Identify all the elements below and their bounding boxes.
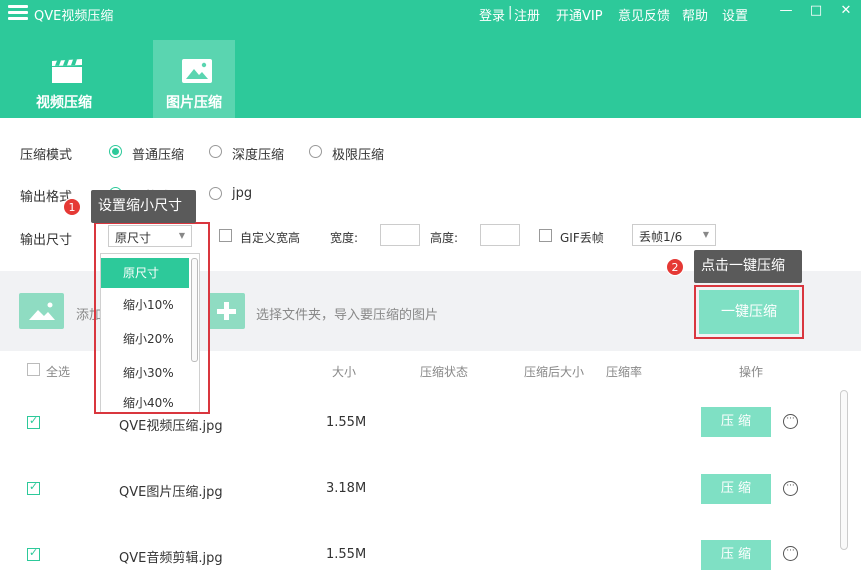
compress-button[interactable]: 压 缩 bbox=[701, 474, 771, 504]
width-input[interactable] bbox=[380, 224, 420, 246]
file-size: 1.55M bbox=[326, 547, 367, 562]
more-icon[interactable]: ··· bbox=[783, 414, 798, 429]
height-input[interactable] bbox=[480, 224, 520, 246]
size-label: 输出尺寸 bbox=[20, 233, 73, 248]
mode-deep-label: 深度压缩 bbox=[232, 148, 285, 163]
mode-extreme-label: 极限压缩 bbox=[332, 148, 385, 163]
compress-button[interactable]: 压 缩 bbox=[701, 540, 771, 570]
select-all-checkbox[interactable] bbox=[27, 363, 40, 376]
clapperboard-icon bbox=[52, 59, 82, 83]
tab-label: 图片压缩 bbox=[166, 95, 222, 111]
close-button[interactable]: ✕ bbox=[836, 3, 856, 18]
plus-icon bbox=[217, 302, 236, 320]
nav-divider: | bbox=[508, 5, 513, 20]
tab-image-compress[interactable]: 图片压缩 bbox=[153, 40, 235, 118]
gif-drop-checkbox[interactable] bbox=[539, 229, 552, 242]
mode-deep-radio[interactable] bbox=[209, 145, 222, 158]
tooltip-set-size: 设置缩小尺寸 bbox=[91, 190, 196, 223]
add-image-button[interactable] bbox=[19, 293, 64, 329]
mode-extreme-radio[interactable] bbox=[309, 145, 322, 158]
height-label: 高度: bbox=[430, 231, 459, 245]
col-compressed-size: 压缩后大小 bbox=[524, 365, 585, 379]
file-size: 1.55M bbox=[326, 415, 367, 430]
col-status: 压缩状态 bbox=[420, 365, 469, 379]
file-name: QVE音频剪辑.jpg bbox=[119, 551, 223, 566]
more-icon[interactable]: ··· bbox=[783, 546, 798, 561]
col-action: 操作 bbox=[739, 365, 764, 379]
format-jpg-label: jpg bbox=[232, 186, 253, 201]
mode-normal-radio[interactable] bbox=[109, 145, 122, 158]
file-size: 3.18M bbox=[326, 481, 367, 496]
col-size: 大小 bbox=[332, 365, 357, 379]
row-checkbox[interactable] bbox=[27, 546, 40, 561]
image-icon bbox=[29, 302, 55, 320]
tab-video-compress[interactable]: 视频压缩 bbox=[23, 40, 105, 118]
mode-label: 压缩模式 bbox=[20, 148, 73, 163]
app-title: QVE视频压缩 bbox=[34, 9, 114, 24]
add-folder-label: 选择文件夹，导入要压缩的图片 bbox=[256, 308, 439, 323]
row-checkbox[interactable] bbox=[27, 480, 40, 495]
step-badge: 1 bbox=[63, 198, 81, 216]
image-icon bbox=[182, 59, 212, 83]
mode-normal-label: 普通压缩 bbox=[132, 148, 185, 163]
step-badge: 2 bbox=[666, 258, 684, 276]
register-link[interactable]: 注册 bbox=[514, 5, 540, 24]
feedback-link[interactable]: 意见反馈 bbox=[618, 5, 670, 24]
file-name: QVE视频压缩.jpg bbox=[119, 419, 223, 434]
highlight-frame-size bbox=[94, 222, 210, 414]
highlight-frame-compress bbox=[694, 285, 804, 339]
gif-drop-label: GIF丢帧 bbox=[560, 231, 604, 245]
settings-link[interactable]: 设置 bbox=[722, 5, 748, 24]
help-link[interactable]: 帮助 bbox=[682, 5, 708, 24]
add-folder-button[interactable] bbox=[208, 293, 245, 329]
custom-size-checkbox[interactable] bbox=[219, 229, 232, 242]
minimize-button[interactable]: — bbox=[776, 3, 796, 18]
row-checkbox[interactable] bbox=[27, 414, 40, 429]
format-jpg-radio[interactable] bbox=[209, 187, 222, 200]
login-link[interactable]: 登录 bbox=[479, 5, 505, 24]
custom-size-label: 自定义宽高 bbox=[240, 231, 301, 245]
tooltip-compress-all: 点击一键压缩 bbox=[694, 250, 802, 283]
vip-link[interactable]: 开通VIP bbox=[556, 5, 603, 24]
width-label: 宽度: bbox=[330, 231, 359, 245]
col-ratio: 压缩率 bbox=[606, 365, 643, 379]
tab-label: 视频压缩 bbox=[36, 95, 92, 111]
app-header: QVE视频压缩 登录 | 注册 开通VIP 意见反馈 帮助 设置 — □ ✕ 视… bbox=[0, 0, 861, 118]
select-all-label: 全选 bbox=[46, 365, 71, 379]
frame-select[interactable]: 丢帧1/6 ▼ bbox=[632, 224, 716, 246]
table-scrollbar[interactable] bbox=[840, 390, 848, 550]
compress-button[interactable]: 压 缩 bbox=[701, 407, 771, 437]
frame-select-value: 丢帧1/6 bbox=[639, 230, 683, 244]
file-name: QVE图片压缩.jpg bbox=[119, 485, 223, 500]
more-icon[interactable]: ··· bbox=[783, 481, 798, 496]
maximize-button[interactable]: □ bbox=[806, 3, 826, 18]
logo-icon bbox=[8, 5, 28, 21]
chevron-down-icon: ▼ bbox=[702, 230, 709, 239]
